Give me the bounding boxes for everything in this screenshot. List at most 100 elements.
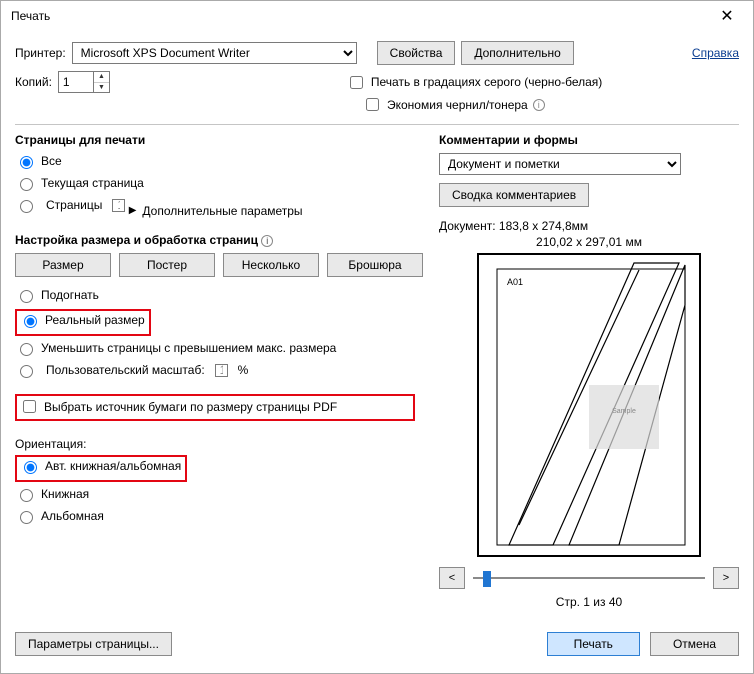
- left-column: Страницы для печати Все Текущая страница…: [15, 133, 423, 609]
- pages-range-field[interactable]: [112, 199, 125, 212]
- ink-input[interactable]: [366, 98, 379, 111]
- pages-all-label: Все: [41, 154, 62, 168]
- info-icon[interactable]: i: [533, 99, 545, 111]
- highlight-orientation-auto: Авт. книжная/альбомная: [15, 455, 187, 482]
- comments-select[interactable]: Документ и пометки: [439, 153, 681, 175]
- paper-size-label: 210,02 x 297,01 мм: [439, 235, 739, 249]
- fit-radio[interactable]: Подогнать: [15, 287, 99, 303]
- page-setup-button[interactable]: Параметры страницы...: [15, 632, 172, 656]
- orient-landscape-radio[interactable]: Альбомная: [15, 508, 104, 524]
- orient-auto-input[interactable]: [24, 461, 37, 474]
- fit-input[interactable]: [20, 290, 33, 303]
- orient-portrait-label: Книжная: [41, 487, 89, 501]
- dialog-footer: Параметры страницы... Печать Отмена: [1, 625, 753, 673]
- actual-input[interactable]: [24, 315, 37, 328]
- paper-source-label: Выбрать источник бумаги по размеру стран…: [44, 400, 337, 414]
- copies-spinner[interactable]: ▲ ▼: [58, 71, 110, 93]
- print-button[interactable]: Печать: [547, 632, 640, 656]
- more-options-toggle[interactable]: ▶ Дополнительные параметры: [129, 204, 303, 218]
- more-options-label: Дополнительные параметры: [142, 204, 302, 218]
- fit-label: Подогнать: [41, 288, 99, 302]
- orient-portrait-radio[interactable]: Книжная: [15, 486, 89, 502]
- grayscale-label: Печать в градациях серого (черно-белая): [371, 75, 602, 89]
- actual-radio[interactable]: Реальный размер: [19, 312, 145, 328]
- orient-landscape-input[interactable]: [20, 511, 33, 524]
- orient-portrait-input[interactable]: [20, 489, 33, 502]
- custom-input[interactable]: [20, 365, 33, 378]
- grayscale-input[interactable]: [350, 76, 363, 89]
- divider: [15, 124, 739, 125]
- printer-select[interactable]: Microsoft XPS Document Writer: [72, 42, 357, 64]
- pages-range-radio[interactable]: Страницы: [15, 197, 125, 213]
- shrink-input[interactable]: [20, 343, 33, 356]
- copies-label: Копий:: [15, 75, 52, 89]
- highlight-actual: Реальный размер: [15, 309, 151, 336]
- page-of-label: Стр. 1 из 40: [439, 595, 739, 609]
- spinner-up-icon[interactable]: ▲: [94, 72, 109, 82]
- seg-poster-button[interactable]: Постер: [119, 253, 215, 277]
- page-preview: A01 Sample: [477, 253, 701, 557]
- info-icon[interactable]: i: [261, 235, 273, 247]
- comments-group-title: Комментарии и формы: [439, 133, 739, 147]
- slider-thumb[interactable]: [483, 571, 491, 587]
- orient-landscape-label: Альбомная: [41, 509, 104, 523]
- copies-row: Копий: ▲ ▼ Печать в градациях серого (че…: [15, 71, 739, 93]
- ink-label: Экономия чернил/тонера: [387, 98, 528, 112]
- close-icon[interactable]: ✕: [707, 6, 747, 26]
- chevron-right-icon: ▶: [129, 205, 137, 216]
- advanced-button[interactable]: Дополнительно: [461, 41, 573, 65]
- pages-current-radio[interactable]: Текущая страница: [15, 175, 144, 191]
- right-column: Комментарии и формы Документ и пометки С…: [439, 133, 739, 609]
- seg-size-button[interactable]: Размер: [15, 253, 111, 277]
- preview-svg: A01 Sample: [479, 255, 701, 557]
- pages-group-title: Страницы для печати: [15, 133, 423, 147]
- spinner-down-icon[interactable]: ▼: [94, 82, 109, 93]
- seg-multi-button[interactable]: Несколько: [223, 253, 319, 277]
- shrink-label: Уменьшить страницы с превышением макс. р…: [41, 341, 336, 355]
- custom-radio[interactable]: Пользовательский масштаб: %: [15, 362, 248, 378]
- print-dialog: Печать ✕ Принтер: Microsoft XPS Document…: [0, 0, 754, 674]
- pct-label: %: [238, 363, 249, 377]
- cancel-button[interactable]: Отмена: [650, 632, 739, 656]
- titlebar: Печать ✕: [1, 1, 753, 31]
- next-page-button[interactable]: >: [713, 567, 739, 589]
- sizing-group-title: Настройка размера и обработка страниц i: [15, 233, 423, 247]
- grayscale-checkbox[interactable]: Печать в градациях серого (черно-белая): [346, 73, 602, 92]
- pages-all-input[interactable]: [20, 156, 33, 169]
- pages-all-radio[interactable]: Все: [15, 153, 62, 169]
- ink-row: Экономия чернил/тонера i: [15, 95, 739, 114]
- prev-page-button[interactable]: <: [439, 567, 465, 589]
- summary-button[interactable]: Сводка комментариев: [439, 183, 589, 207]
- svg-text:Sample: Sample: [612, 408, 636, 415]
- spinner-buttons[interactable]: ▲ ▼: [93, 72, 109, 92]
- pages-current-input[interactable]: [20, 178, 33, 191]
- pages-current-label: Текущая страница: [41, 176, 144, 190]
- printer-row: Принтер: Microsoft XPS Document Writer С…: [15, 41, 739, 65]
- shrink-radio[interactable]: Уменьшить страницы с превышением макс. р…: [15, 340, 336, 356]
- pages-range-label: Страницы: [46, 198, 102, 212]
- highlight-paper-source: Выбрать источник бумаги по размеру стран…: [15, 394, 415, 421]
- dialog-body: Принтер: Microsoft XPS Document Writer С…: [1, 31, 753, 625]
- preview-page-tag: A01: [507, 277, 523, 287]
- paper-source-checkbox[interactable]: Выбрать источник бумаги по размеру стран…: [19, 397, 337, 416]
- doc-size-label: Документ: 183,8 x 274,8мм: [439, 219, 739, 233]
- help-link[interactable]: Справка: [692, 46, 739, 60]
- preview-nav: < >: [439, 567, 739, 589]
- seg-booklet-button[interactable]: Брошюра: [327, 253, 423, 277]
- orient-auto-radio[interactable]: Авт. книжная/альбомная: [19, 458, 181, 474]
- ink-checkbox[interactable]: Экономия чернил/тонера i: [362, 95, 545, 114]
- slider-track: [473, 577, 705, 579]
- printer-label: Принтер:: [15, 46, 66, 60]
- sizing-title-text: Настройка размера и обработка страниц: [15, 233, 258, 247]
- page-slider[interactable]: [473, 568, 705, 588]
- orientation-label: Ориентация:: [15, 437, 423, 451]
- properties-button[interactable]: Свойства: [377, 41, 456, 65]
- custom-label: Пользовательский масштаб:: [46, 363, 205, 377]
- actual-label: Реальный размер: [45, 313, 145, 327]
- custom-scale-field[interactable]: [215, 364, 228, 377]
- main-columns: Страницы для печати Все Текущая страница…: [15, 133, 739, 609]
- paper-source-input[interactable]: [23, 400, 36, 413]
- pages-range-input[interactable]: [20, 200, 33, 213]
- copies-input[interactable]: [59, 72, 93, 92]
- orient-auto-label: Авт. книжная/альбомная: [45, 459, 181, 473]
